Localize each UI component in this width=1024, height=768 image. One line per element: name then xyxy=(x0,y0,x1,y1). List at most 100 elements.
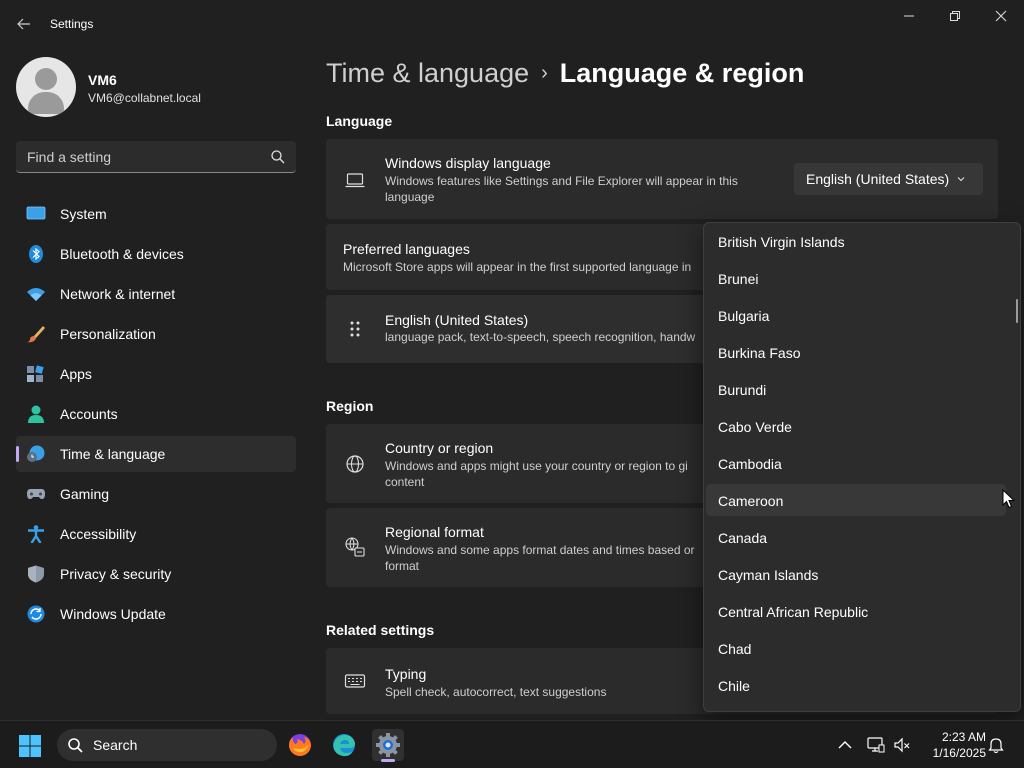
display-language-select[interactable]: English (United States) xyxy=(794,163,983,195)
card-title: Typing xyxy=(385,666,427,682)
sidebar-item-label: Time & language xyxy=(60,446,166,462)
sidebar-item-time-language[interactable]: Time & language xyxy=(16,436,296,472)
sidebar-item-accounts[interactable]: Accounts xyxy=(16,396,296,432)
sidebar-item-label: Personalization xyxy=(60,326,156,342)
keyboard-icon xyxy=(344,674,366,688)
update-icon xyxy=(27,605,45,623)
dropdown-option-label: Chile xyxy=(718,678,750,694)
dropdown-option-hovered[interactable]: Cameroon xyxy=(706,484,1006,516)
edge-icon xyxy=(333,734,355,757)
sidebar-item-accessibility[interactable]: Accessibility xyxy=(16,516,296,552)
section-title-related: Related settings xyxy=(326,622,435,638)
dropdown-option-label: Cameroon xyxy=(718,493,784,509)
breadcrumb-separator: › xyxy=(541,62,548,84)
accounts-icon xyxy=(28,405,44,423)
notification-bell-icon[interactable] xyxy=(987,736,1005,754)
dropdown-option[interactable]: Cayman Islands xyxy=(706,558,1006,590)
card-title: Windows display language xyxy=(385,155,551,171)
breadcrumb-parent[interactable]: Time & language xyxy=(326,58,529,88)
dropdown-option-label: Canada xyxy=(718,530,768,546)
search-icon[interactable] xyxy=(270,149,286,165)
apps-icon xyxy=(27,365,44,382)
sidebar-item-label: Apps xyxy=(60,366,92,382)
dropdown-option-label: Cambodia xyxy=(718,456,782,472)
taskbar-firefox[interactable] xyxy=(284,729,316,761)
windows-start-icon[interactable] xyxy=(18,734,42,758)
search-box[interactable] xyxy=(16,141,296,173)
drag-handle-icon[interactable] xyxy=(344,318,366,340)
shield-icon xyxy=(28,565,44,583)
dropdown-option[interactable]: British Virgin Islands xyxy=(706,225,1006,257)
dropdown-option-label: Brunei xyxy=(718,271,759,287)
card-description: Windows and apps might use your country … xyxy=(385,459,688,489)
dropdown-option-label: Burkina Faso xyxy=(718,345,801,361)
card-title: Country or region xyxy=(385,440,494,456)
active-app-indicator xyxy=(381,759,395,762)
title-bar: Settings xyxy=(0,0,1024,48)
section-title-region: Region xyxy=(326,398,374,414)
sidebar-item-privacy[interactable]: Privacy & security xyxy=(16,556,296,592)
dropdown-option[interactable]: Chile xyxy=(706,669,1006,701)
sidebar-item-label: Accounts xyxy=(60,406,118,422)
dropdown-option-label: Chad xyxy=(718,641,752,657)
dropdown-option-label: Cayman Islands xyxy=(718,567,819,583)
sidebar-item-network[interactable]: Network & internet xyxy=(16,276,296,312)
dropdown-option[interactable]: Cambodia xyxy=(706,447,1006,479)
taskbar-edge[interactable] xyxy=(328,729,360,761)
sidebar-item-bluetooth[interactable]: Bluetooth & devices xyxy=(16,236,296,272)
system-icon xyxy=(26,206,46,220)
dropdown-option[interactable]: Burundi xyxy=(706,373,1006,405)
dropdown-option-label: Central African Republic xyxy=(718,604,869,620)
dropdown-option[interactable]: Central African Republic xyxy=(706,595,1006,627)
restore-icon xyxy=(950,11,960,21)
sidebar-item-apps[interactable]: Apps xyxy=(16,356,296,392)
sidebar-item-label: System xyxy=(60,206,107,222)
tray-time[interactable]: 2:23 AM xyxy=(920,730,986,744)
card-title: Regional format xyxy=(385,524,484,540)
wifi-icon xyxy=(27,288,45,301)
dropdown-option[interactable]: Brunei xyxy=(706,262,1006,294)
back-arrow-icon xyxy=(17,18,30,30)
avatar-body xyxy=(28,92,64,114)
minimize-button[interactable] xyxy=(886,0,932,32)
volume-muted-icon[interactable] xyxy=(893,736,911,754)
dropdown-option-label: Cabo Verde xyxy=(718,419,792,435)
active-indicator xyxy=(16,446,19,462)
taskbar-settings[interactable] xyxy=(372,729,404,762)
settings-icon xyxy=(376,733,400,757)
taskbar-search[interactable]: Search xyxy=(57,729,277,761)
minimize-icon xyxy=(904,15,914,17)
country-dropdown-list[interactable]: British Virgin Islands Brunei Bulgaria B… xyxy=(703,222,1021,712)
time-language-icon xyxy=(27,445,45,462)
dropdown-option[interactable]: Chad xyxy=(706,632,1006,664)
card-description: language pack, text-to-speech, speech re… xyxy=(385,330,696,344)
sidebar-item-system[interactable]: System xyxy=(16,196,296,232)
globe-icon xyxy=(346,455,364,473)
user-email: VM6@collabnet.local xyxy=(88,91,201,105)
tray-date[interactable]: 1/16/2025 xyxy=(910,746,986,760)
dropdown-scrollbar[interactable] xyxy=(1016,299,1018,323)
network-display-icon[interactable] xyxy=(867,736,885,754)
dropdown-option-label: British Virgin Islands xyxy=(718,234,845,250)
page-title: Language & region xyxy=(559,58,805,88)
avatar[interactable] xyxy=(16,57,76,117)
sidebar-item-label: Bluetooth & devices xyxy=(60,246,184,262)
dropdown-option[interactable]: Bulgaria xyxy=(706,299,1006,331)
sidebar-item-gaming[interactable]: Gaming xyxy=(16,476,296,512)
dropdown-option-label: Bulgaria xyxy=(718,308,770,324)
close-button[interactable] xyxy=(978,0,1024,32)
display-language-value: English (United States) xyxy=(806,171,950,187)
sidebar-item-personalization[interactable]: Personalization xyxy=(16,316,296,352)
sidebar-item-label: Privacy & security xyxy=(60,566,172,582)
card-description: Windows features like Settings and File … xyxy=(385,174,738,204)
back-button[interactable] xyxy=(8,8,40,40)
restore-button[interactable] xyxy=(932,0,978,32)
dropdown-option[interactable]: Canada xyxy=(706,521,1006,553)
avatar-head xyxy=(35,68,57,90)
search-icon xyxy=(68,738,83,753)
dropdown-option[interactable]: Burkina Faso xyxy=(706,336,1006,368)
sidebar-item-windows-update[interactable]: Windows Update xyxy=(16,596,296,632)
chevron-up-icon[interactable] xyxy=(836,736,854,754)
dropdown-option[interactable]: Cabo Verde xyxy=(706,410,1006,442)
search-input[interactable] xyxy=(16,141,266,172)
